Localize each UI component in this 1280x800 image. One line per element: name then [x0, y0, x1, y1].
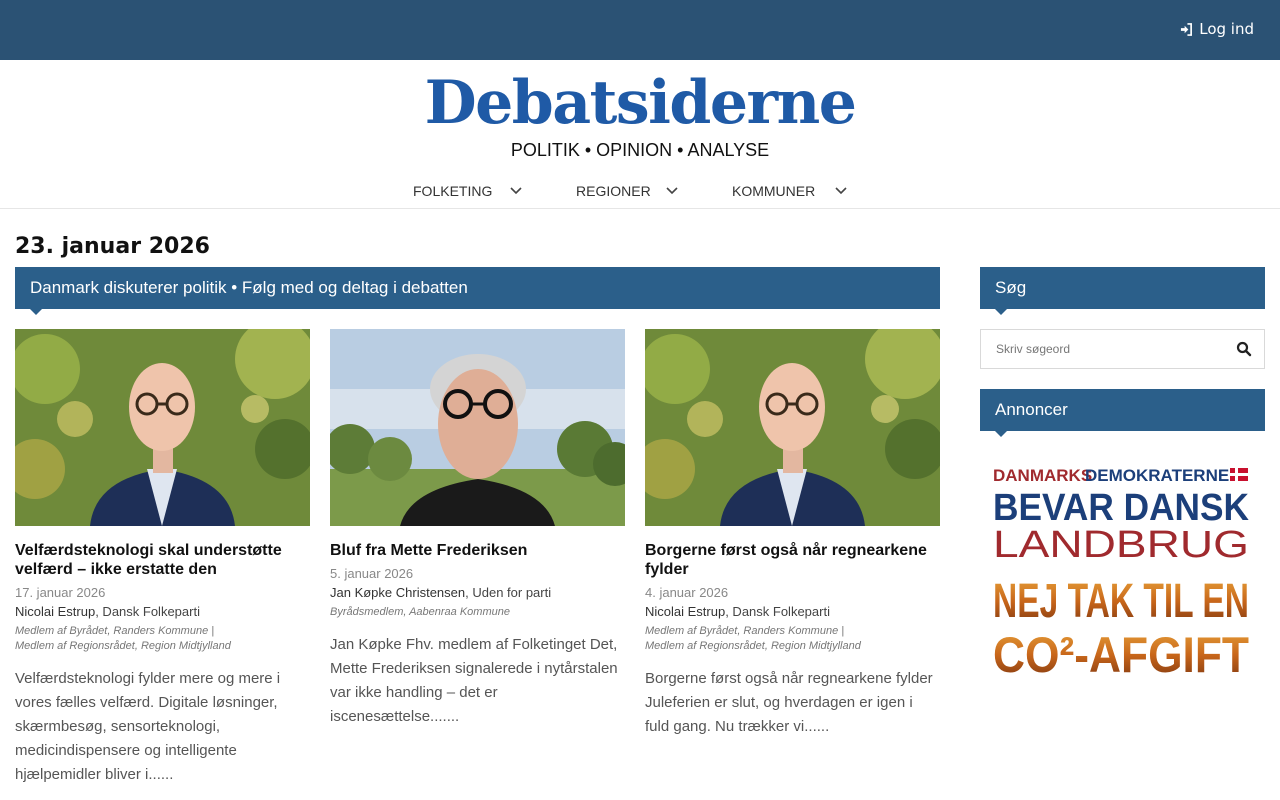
author-party: , Uden for parti	[465, 585, 552, 600]
article-image[interactable]	[15, 329, 310, 526]
author-role-line: Byrådsmedlem, Aabenraa Kommune	[330, 606, 510, 618]
author-role-line: Medlem af Byrådet, Randers Kommune |	[15, 625, 215, 637]
search-title: Søg	[995, 278, 1027, 297]
article-image[interactable]	[645, 329, 940, 526]
nav-item-kommuner[interactable]: KOMMUNER	[732, 183, 847, 199]
chevron-down-icon	[835, 187, 847, 195]
article-image[interactable]	[330, 329, 625, 526]
nav-item-regioner[interactable]: REGIONER	[576, 183, 678, 199]
banner-text: Danmark diskuterer politik • Følg med og…	[30, 278, 468, 297]
search-widget-title: Søg	[980, 267, 1265, 315]
author-role-line: Medlem af Byrådet, Randers Kommune |	[645, 625, 845, 637]
ads-title: Annoncer	[995, 400, 1068, 419]
article-title[interactable]: Velfærdsteknologi skal understøtte velfæ…	[15, 541, 310, 579]
search-icon[interactable]	[1236, 341, 1252, 357]
page-date: 23. januar 2026	[15, 234, 210, 259]
login-link[interactable]: Log ind	[1180, 20, 1254, 38]
article-title[interactable]: Bluf fra Mette Frederiksen	[330, 541, 625, 560]
article-excerpt: Borgerne først også når regnearkene fyld…	[645, 670, 933, 735]
article-date: 5. januar 2026	[330, 566, 414, 581]
ad-line-3: LANDBRUG	[993, 524, 1249, 566]
article-card: Velfærdsteknologi skal understøtte velfæ…	[15, 329, 310, 787]
article-card: Borgerne først også når regnearkene fyld…	[645, 329, 940, 739]
article-card: Bluf fra Mette Frederiksen 5. januar 202…	[330, 329, 625, 729]
nav-label: REGIONER	[576, 183, 651, 199]
article-author: Jan Køpke Christensen, Uden for parti	[330, 585, 625, 600]
article-excerpt: Velfærdsteknologi fylder mere og mere i …	[15, 670, 281, 783]
nav-label: KOMMUNER	[732, 183, 816, 199]
top-bar: Log ind	[0, 0, 1280, 60]
article-excerpt: Jan Køpke Fhv. medlem af Folketinget Det…	[330, 636, 618, 725]
ad-party-name-1: DANMARKS	[993, 466, 1092, 485]
article-date: 4. januar 2026	[645, 585, 729, 600]
author-name[interactable]: Nicolai Estrup	[645, 604, 725, 619]
ads-widget-title: Annoncer	[980, 389, 1265, 437]
main-nav: FOLKETING REGIONER KOMMUNER	[0, 183, 1280, 209]
article-date: 17. januar 2026	[15, 585, 106, 600]
article-author: Nicolai Estrup, Dansk Folkeparti	[15, 604, 310, 619]
chevron-down-icon	[510, 187, 522, 195]
search-form	[980, 329, 1265, 369]
login-label: Log ind	[1199, 20, 1254, 38]
author-party: , Dansk Folkeparti	[95, 604, 200, 619]
ad-party-name-2: DEMOKRATERNE	[1085, 466, 1229, 485]
article-title[interactable]: Borgerne først også når regnearkene fyld…	[645, 541, 940, 579]
ad-line-2: BEVAR DANSK	[993, 487, 1250, 529]
author-role-line: Medlem af Regionsrådet, Region Midtjylla…	[15, 640, 231, 652]
section-banner: Danmark diskuterer politik • Følg med og…	[15, 267, 940, 315]
ad-line-4: NEJ TAK TIL EN	[993, 575, 1249, 628]
site-logo[interactable]: Debatsiderne	[0, 68, 1280, 138]
article-author: Nicolai Estrup, Dansk Folkeparti	[645, 604, 940, 619]
author-name[interactable]: Nicolai Estrup	[15, 604, 95, 619]
nav-item-folketing[interactable]: FOLKETING	[413, 183, 522, 199]
author-role: Byrådsmedlem, Aabenraa Kommune	[330, 605, 625, 620]
author-name[interactable]: Jan Køpke Christensen	[330, 585, 465, 600]
author-role-line: Medlem af Regionsrådet, Region Midtjylla…	[645, 640, 861, 652]
search-input[interactable]	[981, 330, 1221, 368]
ad-line-5: CO²-AFGIFT	[993, 627, 1249, 680]
author-role: Medlem af Byrådet, Randers Kommune | Med…	[15, 624, 310, 654]
chevron-down-icon	[666, 187, 678, 195]
site-header: Debatsiderne POLITIK • OPINION • ANALYSE…	[0, 60, 1280, 209]
author-party: , Dansk Folkeparti	[725, 604, 830, 619]
ad-banner[interactable]: DANMARKS DEMOKRATERNE BEVAR DANSK LANDBR…	[990, 460, 1252, 683]
site-tagline: POLITIK • OPINION • ANALYSE	[510, 140, 770, 160]
nav-label: FOLKETING	[413, 183, 493, 199]
author-role: Medlem af Byrådet, Randers Kommune | Med…	[645, 624, 940, 654]
sign-in-icon	[1181, 22, 1193, 36]
